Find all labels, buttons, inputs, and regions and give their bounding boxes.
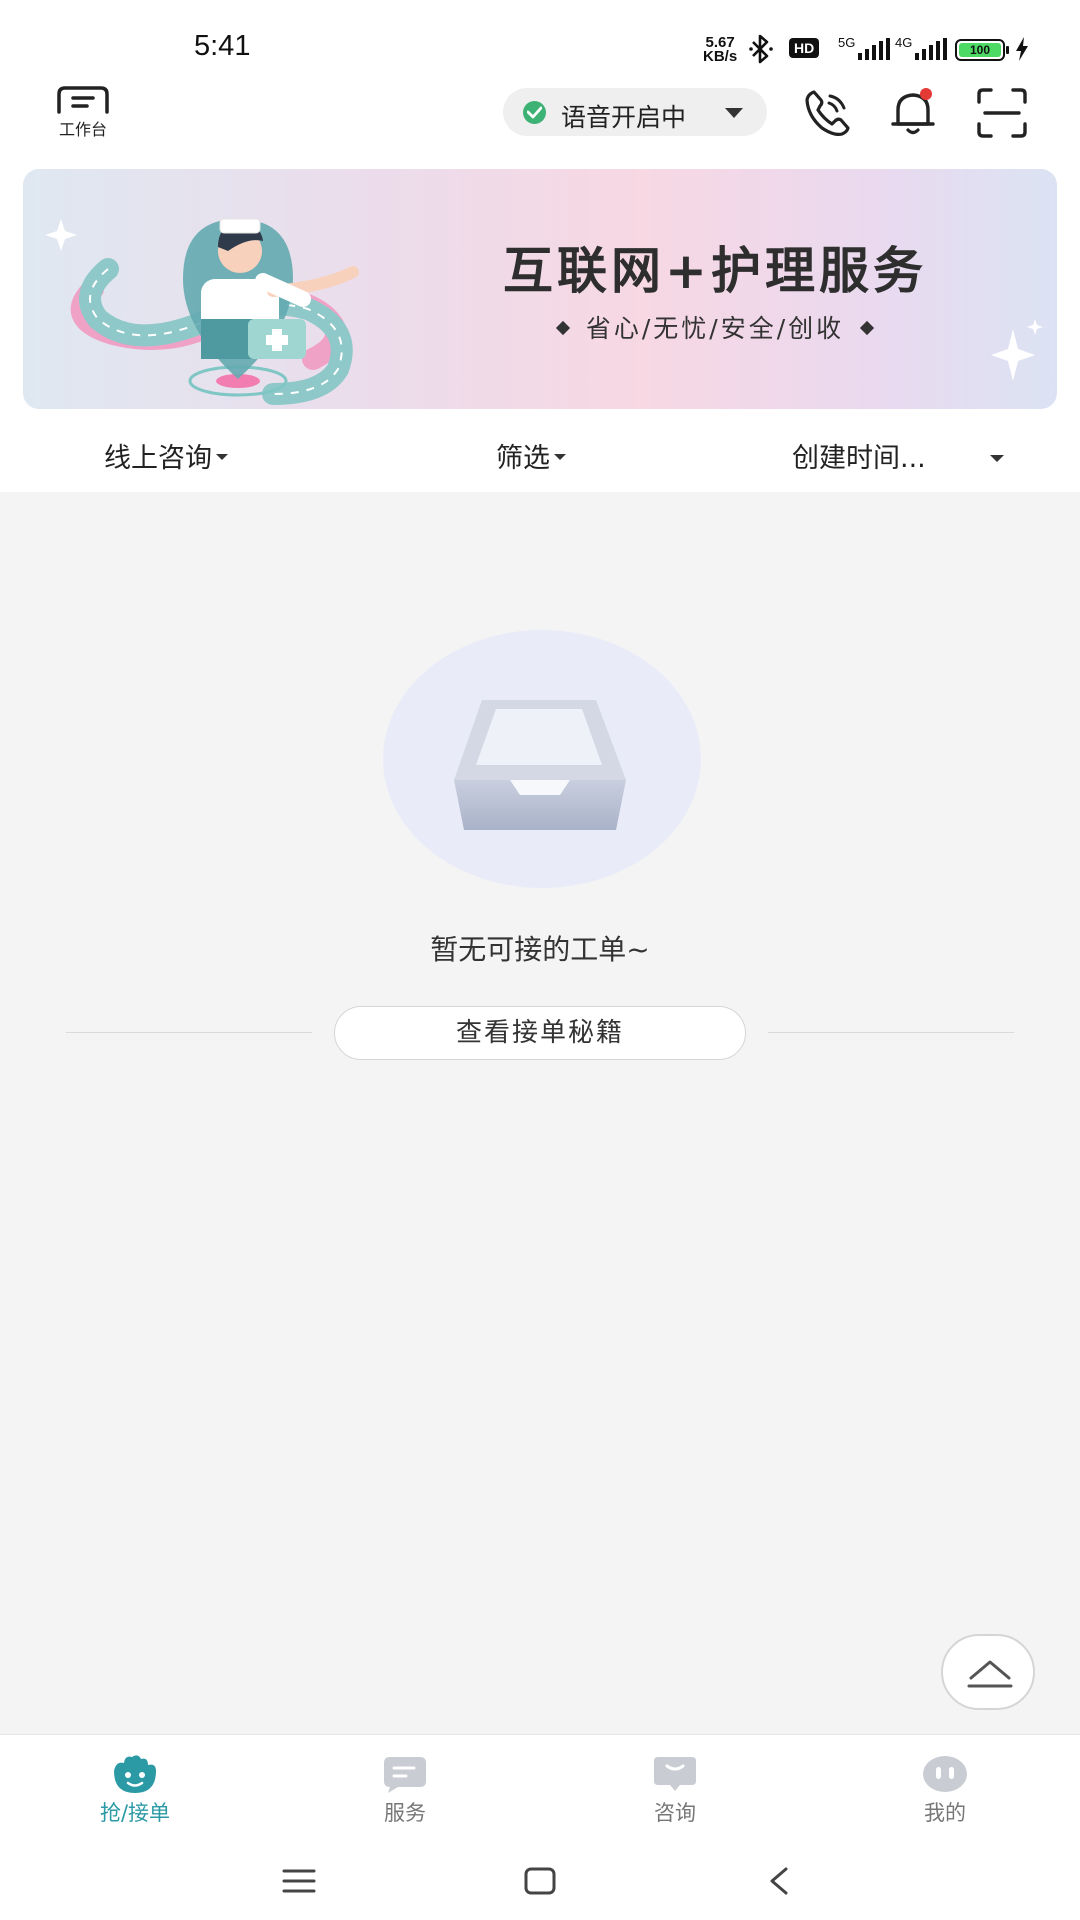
chevron-down-icon: [725, 108, 743, 118]
back-icon[interactable]: [766, 1866, 792, 1896]
sort-created-time[interactable]: 创建时间...: [792, 436, 926, 475]
tab-label: 抢/接单: [99, 1801, 171, 1825]
filter-label: 筛选: [496, 443, 550, 474]
menu-icon[interactable]: [282, 1866, 316, 1896]
sort-created-time-label: 创建时间...: [792, 443, 926, 474]
divider: [768, 1032, 1014, 1033]
arrow-up-icon: [967, 1660, 1013, 1688]
workbench-icon: [57, 86, 109, 114]
caret-down-icon: [990, 455, 1004, 462]
tab-service[interactable]: 服务: [335, 1753, 475, 1827]
consult-icon: [654, 1757, 696, 1791]
banner-subtitle: 省心/无忧/安全/创收: [455, 309, 975, 345]
net-speed: 5.67 KB/s: [703, 35, 738, 65]
divider: [66, 1032, 312, 1033]
profile-icon: [923, 1756, 967, 1792]
voice-on-check-icon: [523, 101, 546, 124]
banner-title: 互联网+护理服务: [503, 242, 927, 300]
nurse-illustration: [45, 218, 359, 405]
promo-banner[interactable]: 互联网+护理服务 省心/无忧/安全/创收: [23, 169, 1057, 409]
phone-icon[interactable]: [800, 86, 854, 140]
tab-consult[interactable]: 咨询: [605, 1753, 745, 1827]
signal-icon: [915, 38, 947, 60]
scan-icon[interactable]: [975, 86, 1029, 140]
voice-status-dropdown[interactable]: 语音开启中: [503, 88, 767, 136]
grab-order-icon: [114, 1755, 156, 1793]
back-to-top-button[interactable]: [941, 1634, 1035, 1710]
status-bar: 5:41 5.67 KB/s HD 5G 4G 100: [0, 0, 1080, 80]
consult-type-label: 线上咨询: [104, 443, 212, 474]
sim2-type: 4G: [895, 35, 913, 50]
tab-label: 服务: [384, 1801, 426, 1825]
sparkle-icon: [991, 319, 1043, 381]
voice-status-label: 语音开启中: [561, 103, 687, 132]
battery-icon: 100: [955, 39, 1009, 61]
tab-profile[interactable]: 我的: [875, 1753, 1015, 1827]
signal-icon: [858, 38, 890, 60]
filter-dropdown[interactable]: 筛选: [496, 436, 566, 475]
notification-badge: [920, 88, 932, 100]
system-navigation-bar: [0, 1846, 1080, 1920]
battery-level: 100: [959, 43, 1001, 57]
consult-type-filter[interactable]: 线上咨询: [104, 436, 228, 475]
view-order-tips-button[interactable]: 查看接单秘籍: [334, 1006, 746, 1060]
notification-bell-button[interactable]: [886, 86, 940, 140]
empty-message: 暂无可接的工单~: [430, 933, 650, 966]
empty-inbox-icon: [454, 700, 626, 830]
caret-down-icon: [216, 453, 228, 460]
workbench-button[interactable]: 工作台: [50, 86, 116, 140]
app-header: 工作台 语音开启中: [0, 80, 1080, 170]
bottom-tab-bar: 抢/接单 服务 咨询 我的: [0, 1734, 1080, 1846]
diamond-icon: [860, 320, 875, 336]
sim1-type: 5G: [838, 35, 856, 50]
caret-down-icon: [554, 453, 566, 460]
tab-label: 我的: [924, 1801, 966, 1825]
tab-grab-order[interactable]: 抢/接单: [65, 1753, 205, 1827]
home-icon[interactable]: [523, 1866, 557, 1896]
bluetooth-icon: [749, 34, 773, 64]
workbench-label: 工作台: [58, 120, 107, 139]
hd-icon: HD: [789, 38, 820, 58]
status-time: 5:41: [194, 30, 251, 62]
filter-bar: 线上咨询 筛选 创建时间...: [0, 420, 1080, 492]
charging-icon: [1016, 37, 1028, 61]
diamond-icon: [555, 320, 570, 336]
tab-label: 咨询: [654, 1801, 696, 1825]
banner-subtitle-text: 省心/无忧/安全/创收: [585, 314, 845, 343]
service-icon: [384, 1757, 426, 1793]
net-speed-unit: KB/s: [703, 48, 738, 65]
